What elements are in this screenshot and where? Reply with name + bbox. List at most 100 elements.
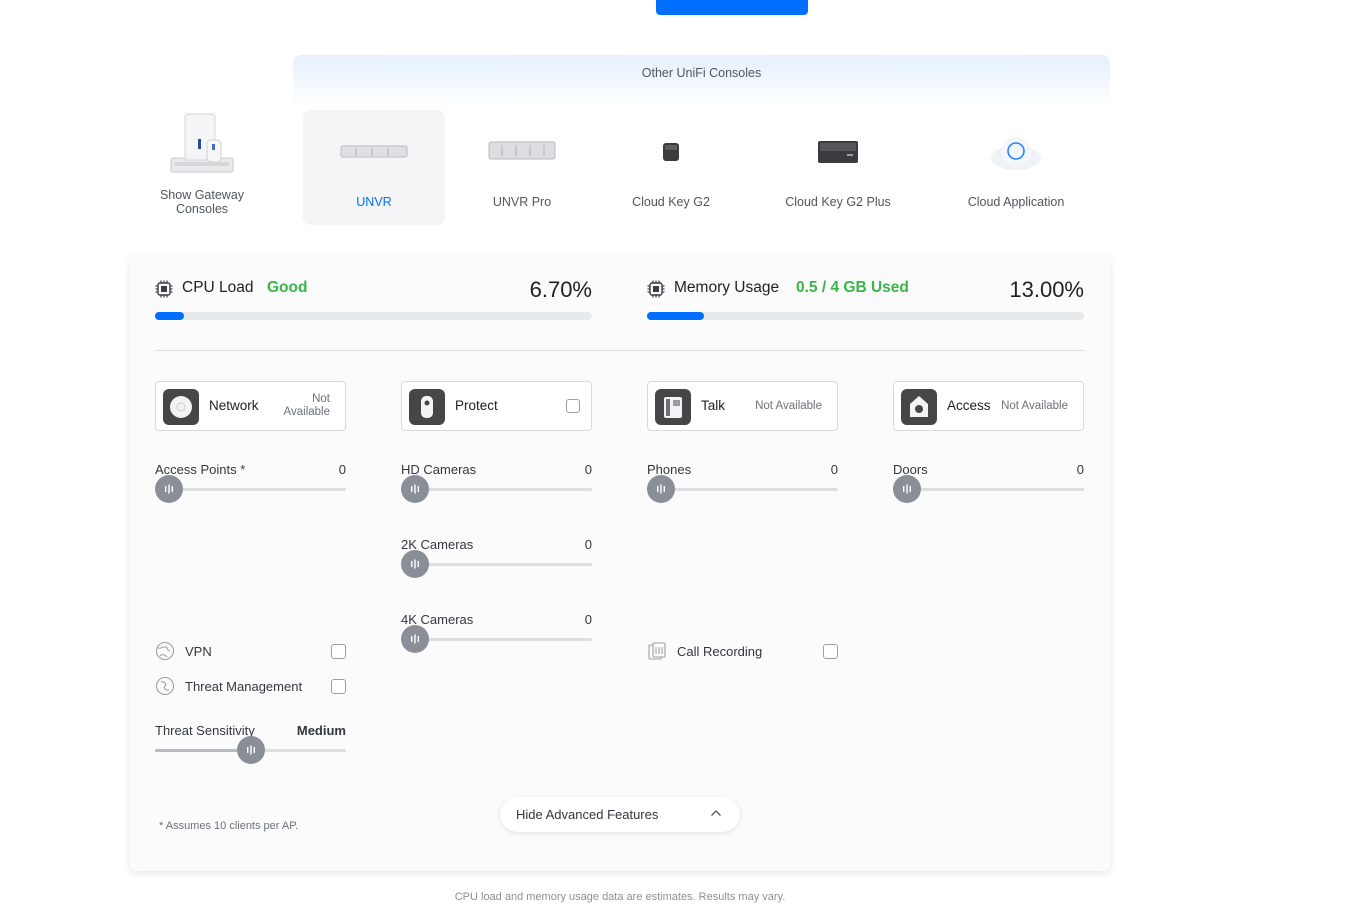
vpn-feature[interactable]: VPN [155,641,346,663]
hide-advanced-features-label: Hide Advanced Features [516,807,659,822]
memory-usage-bar-fill [647,312,704,320]
phones-slider[interactable]: Phones 0 [647,462,838,507]
access-app-name: Access [947,398,991,413]
slider-label: Threat Sensitivity [155,723,255,738]
slider-thumb[interactable] [893,475,921,503]
call-recording-checkbox[interactable] [823,644,838,659]
console-cloud-key-g2-plus[interactable]: Cloud Key G2 Plus [778,110,898,225]
2k-cameras-slider[interactable]: 2K Cameras 0 [401,537,592,582]
protect-checkbox[interactable] [566,399,580,413]
network-availability-line2: Available [283,406,330,418]
network-availability-line1: Not [312,393,330,405]
network-availability: Not Available [284,393,330,419]
call-recording-label: Call Recording [677,644,763,659]
banner-title: Other UniFi Consoles [641,66,762,80]
console-label: UNVR [356,195,392,209]
vpn-label: VPN [185,644,212,659]
slider-track[interactable] [155,488,346,491]
threat-shield-icon [155,676,175,696]
primary-action-button[interactable] [656,0,808,15]
slider-value: 0 [584,537,592,552]
protect-app-name: Protect [455,398,498,413]
grip-icon [657,484,665,494]
grip-icon [165,484,173,494]
memory-usage-bar [647,312,1084,320]
grip-icon [411,634,419,644]
console-cloud-application[interactable]: Cloud Application [953,110,1079,225]
console-label: Cloud Key G2 [632,195,710,209]
slider-thumb[interactable] [236,736,265,764]
cpu-load-bar [155,312,592,320]
console-label: Cloud Key G2 Plus [785,195,891,209]
talk-availability: Not Available [755,400,822,412]
other-consoles-banner: Other UniFi Consoles [293,55,1110,107]
access-app-icon [901,389,937,425]
console-unvr[interactable]: UNVR [303,110,445,225]
unvr-device-icon [340,145,408,158]
globe-icon [155,641,175,661]
app-card-network: Network Not Available [155,381,346,431]
console-label: Cloud Application [967,195,1065,209]
cloud-application-icon [991,137,1041,170]
access-availability: Not Available [1001,400,1068,412]
call-recording-feature[interactable]: Call Recording [647,641,838,663]
console-label: Show Gateway Consoles [159,188,245,216]
grip-icon [903,484,911,494]
talk-app-name: Talk [701,398,726,413]
cpu-chip-icon [155,280,173,298]
memory-chip-icon [647,280,665,298]
threat-management-feature[interactable]: Threat Management [155,676,346,698]
slider-label: Phones [647,462,692,477]
section-divider [155,350,1085,351]
talk-app-icon [655,389,691,425]
threat-sensitivity-slider[interactable]: Threat Sensitivity Medium [155,723,346,768]
access-points-slider[interactable]: Access Points * 0 [155,462,346,507]
slider-value: 0 [830,462,838,477]
slider-thumb[interactable] [401,625,429,653]
threat-management-label: Threat Management [185,679,303,694]
slider-thumb[interactable] [647,475,675,503]
cpu-load-bar-fill [155,312,185,320]
hide-advanced-features-button[interactable]: Hide Advanced Features [500,797,740,832]
doors-slider[interactable]: Doors 0 [893,462,1084,507]
call-recording-icon [648,642,666,660]
app-card-protect[interactable]: Protect [401,381,592,431]
slider-track[interactable] [893,488,1084,491]
console-unvr-pro[interactable]: UNVR Pro [467,110,577,225]
gateway-consoles-icon [170,113,234,173]
console-label: UNVR Pro [492,195,552,209]
usage-estimator-card: CPU Load Good 6.70% Memory Usage 0.5 / 4… [130,255,1110,871]
slider-thumb[interactable] [155,475,183,503]
grip-icon [411,559,419,569]
grip-icon [411,484,419,494]
slider-track[interactable] [401,488,592,491]
network-app-icon [163,389,199,425]
memory-usage-label: Memory Usage [674,279,780,296]
hd-cameras-slider[interactable]: HD Cameras 0 [401,462,592,507]
slider-value: 0 [584,612,592,627]
vpn-checkbox[interactable] [331,644,346,659]
unvr-pro-device-icon [488,141,556,160]
slider-value: 0 [584,462,592,477]
slider-track[interactable] [401,638,592,641]
cpu-load-label: CPU Load [182,279,254,296]
slider-value: 0 [1076,462,1084,477]
cpu-load-status: Good [267,279,308,296]
estimate-disclaimer: CPU load and memory usage data are estim… [454,891,786,903]
grip-icon [246,745,255,755]
slider-track[interactable] [647,488,838,491]
app-card-access: Access Not Available [893,381,1084,431]
footnote: * Assumes 10 clients per AP. [159,820,299,832]
chevron-up-icon [711,810,721,816]
console-cloud-key-g2[interactable]: Cloud Key G2 [616,110,726,225]
cloud-key-g2-plus-device-icon [818,141,858,163]
slider-thumb[interactable] [401,475,429,503]
cpu-load-percent: 6.70% [529,277,592,302]
4k-cameras-slider[interactable]: 4K Cameras 0 [401,612,592,657]
memory-usage-status: 0.5 / 4 GB Used [796,279,909,296]
slider-track[interactable] [401,563,592,566]
console-gateway[interactable]: Show Gateway Consoles [152,110,252,225]
slider-value: 0 [338,462,346,477]
slider-thumb[interactable] [401,550,429,578]
threat-management-checkbox[interactable] [331,679,346,694]
